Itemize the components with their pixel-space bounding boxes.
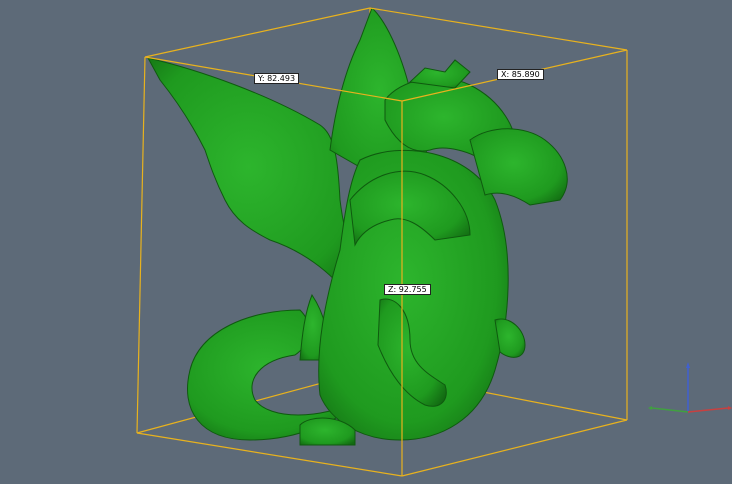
- x-dimension-label: X: 85.890: [497, 69, 544, 80]
- x-axis-line: [687, 407, 729, 413]
- bbox-edge: [144, 7, 371, 58]
- z-axis-arrow: [686, 362, 690, 368]
- y-axis-arrow: [648, 406, 652, 410]
- y-axis-line: [651, 407, 689, 413]
- bbox-edge: [136, 56, 146, 434]
- y-dimension-label: Y: 82.493: [254, 73, 300, 84]
- head-right: [469, 128, 568, 206]
- z-dimension-label: Z: 92.755: [384, 284, 431, 295]
- bbox-edge: [369, 7, 628, 51]
- 3d-viewport[interactable]: Y: 82.493 X: 85.890 Z: 92.755: [0, 0, 732, 480]
- x-axis-arrow: [728, 406, 732, 410]
- axis-gizmo: [648, 362, 732, 413]
- viewport-canvas[interactable]: [0, 0, 732, 480]
- right-arm: [494, 318, 526, 358]
